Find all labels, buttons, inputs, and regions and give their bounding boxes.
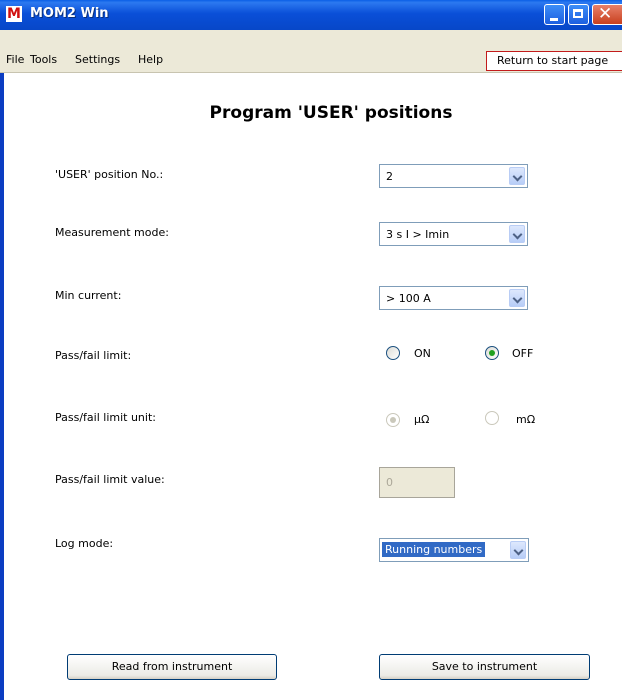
maximize-icon (573, 9, 583, 18)
minimize-button[interactable] (544, 4, 565, 25)
close-icon: ✕ (598, 4, 613, 24)
app-logo-icon: M (6, 6, 22, 22)
window-frame-left (0, 73, 4, 700)
min-current-value: > 100 A (386, 292, 431, 305)
pass-fail-on-radio[interactable] (386, 346, 400, 360)
user-position-label: 'USER' position No.: (55, 168, 164, 181)
pass-fail-limit-label: Pass/fail limit: (55, 349, 132, 362)
pass-fail-value-input[interactable]: 0 (379, 467, 455, 498)
pass-fail-unit-label: Pass/fail limit unit: (55, 411, 156, 424)
log-mode-value: Running numbers (380, 541, 487, 558)
maximize-button[interactable] (568, 4, 589, 25)
pass-fail-on-label: ON (414, 347, 431, 360)
pass-fail-value-label: Pass/fail limit value: (55, 473, 165, 486)
chevron-down-icon[interactable] (510, 541, 526, 559)
chevron-down-icon[interactable] (509, 289, 525, 307)
menu-help[interactable]: Help (138, 53, 163, 66)
unit-micro-ohm-radio[interactable] (386, 413, 400, 427)
pass-fail-value-text: 0 (386, 476, 393, 489)
min-current-label: Min current: (55, 289, 122, 302)
log-mode-select[interactable]: Running numbers (379, 538, 529, 562)
read-from-instrument-button[interactable]: Read from instrument (67, 654, 277, 680)
measurement-mode-select[interactable]: 3 s I > Imin (379, 222, 528, 246)
minimize-icon (550, 18, 558, 21)
page-title: Program 'USER' positions (209, 103, 453, 123)
save-to-instrument-button[interactable]: Save to instrument (379, 654, 590, 680)
menu-tools[interactable]: Tools (30, 53, 57, 66)
measurement-mode-value: 3 s I > Imin (386, 228, 450, 241)
log-mode-label: Log mode: (55, 537, 114, 550)
menu-bar: File Tools Settings Help Return to start… (0, 50, 622, 73)
min-current-select[interactable]: > 100 A (379, 286, 528, 310)
pass-fail-off-radio[interactable] (485, 346, 499, 360)
unit-micro-ohm-label: µΩ (414, 413, 430, 426)
close-button[interactable]: ✕ (592, 4, 622, 25)
user-position-select[interactable]: 2 (379, 164, 528, 188)
menu-settings[interactable]: Settings (75, 53, 120, 66)
return-to-start-button[interactable]: Return to start page (486, 51, 622, 71)
chevron-down-icon[interactable] (509, 167, 525, 185)
pass-fail-off-label: OFF (512, 347, 534, 360)
menu-file[interactable]: File (6, 53, 24, 66)
title-bar: M MOM2 Win ✕ (0, 0, 622, 31)
unit-milli-ohm-label: mΩ (516, 413, 536, 426)
chevron-down-icon[interactable] (509, 225, 525, 243)
window-title: MOM2 Win (30, 6, 109, 21)
unit-milli-ohm-radio[interactable] (485, 411, 499, 425)
user-position-value: 2 (386, 170, 393, 183)
measurement-mode-label: Measurement mode: (55, 226, 169, 239)
